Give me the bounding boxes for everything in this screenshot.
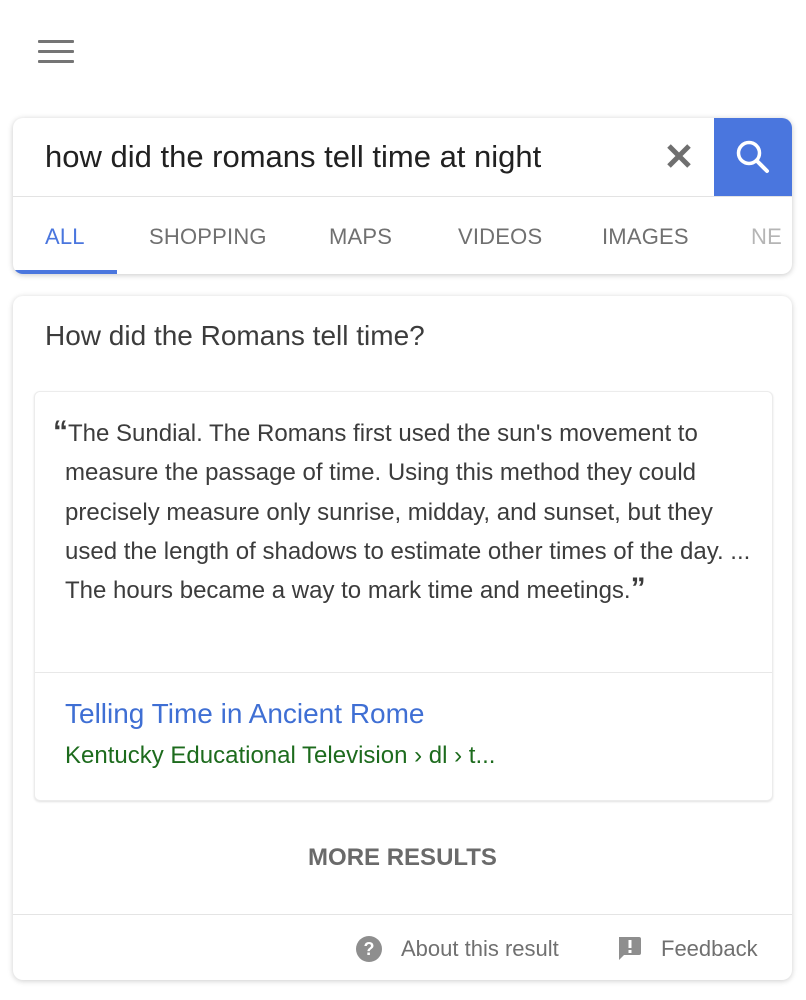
search-icon: [736, 140, 769, 173]
active-tab-indicator: [13, 270, 117, 274]
divider: [13, 914, 792, 915]
tab-news[interactable]: NE: [751, 197, 782, 274]
more-results-button[interactable]: MORE RESULTS: [13, 844, 792, 872]
open-quote: “: [53, 415, 68, 448]
search-card: ALL SHOPPING MAPS VIDEOS IMAGES NE: [13, 118, 792, 274]
tab-images[interactable]: IMAGES: [602, 197, 689, 274]
svg-text:?: ?: [364, 939, 375, 959]
search-bar: [13, 118, 792, 197]
menu-bar: [38, 60, 74, 63]
snippet-question: How did the Romans tell time?: [45, 320, 425, 351]
divider: [35, 672, 772, 673]
clear-search-button[interactable]: [661, 138, 697, 174]
menu-bar: [38, 40, 74, 43]
snippet-box: “The Sundial. The Romans first used the …: [34, 391, 773, 801]
source-breadcrumb: Kentucky Educational Television › dl › t…: [65, 742, 496, 769]
search-input[interactable]: [45, 132, 625, 182]
source-link[interactable]: Telling Time in Ancient Rome: [65, 698, 425, 730]
tab-shopping[interactable]: SHOPPING: [149, 197, 267, 274]
feedback-icon: [619, 937, 641, 960]
help-circle-icon: ?: [356, 936, 382, 962]
menu-bar: [38, 50, 74, 53]
close-quote: ”: [630, 572, 646, 606]
feedback-button[interactable]: Feedback: [617, 932, 758, 966]
about-label: About this result: [401, 936, 559, 961]
tab-maps[interactable]: MAPS: [329, 197, 392, 274]
about-this-result-button[interactable]: ? About this result: [355, 932, 559, 966]
search-tabs: ALL SHOPPING MAPS VIDEOS IMAGES NE: [13, 197, 792, 274]
search-button[interactable]: [714, 118, 792, 196]
featured-snippet-card: How did the Romans tell time? “The Sundi…: [13, 296, 792, 980]
snippet-text: “The Sundial. The Romans first used the …: [53, 414, 755, 610]
tab-videos[interactable]: VIDEOS: [458, 197, 542, 274]
snippet-body: The Sundial. The Romans first used the s…: [65, 420, 751, 605]
tab-all[interactable]: ALL: [45, 197, 85, 274]
close-icon: [667, 144, 691, 168]
feedback-label: Feedback: [661, 936, 758, 961]
hamburger-menu-icon[interactable]: [38, 38, 74, 64]
